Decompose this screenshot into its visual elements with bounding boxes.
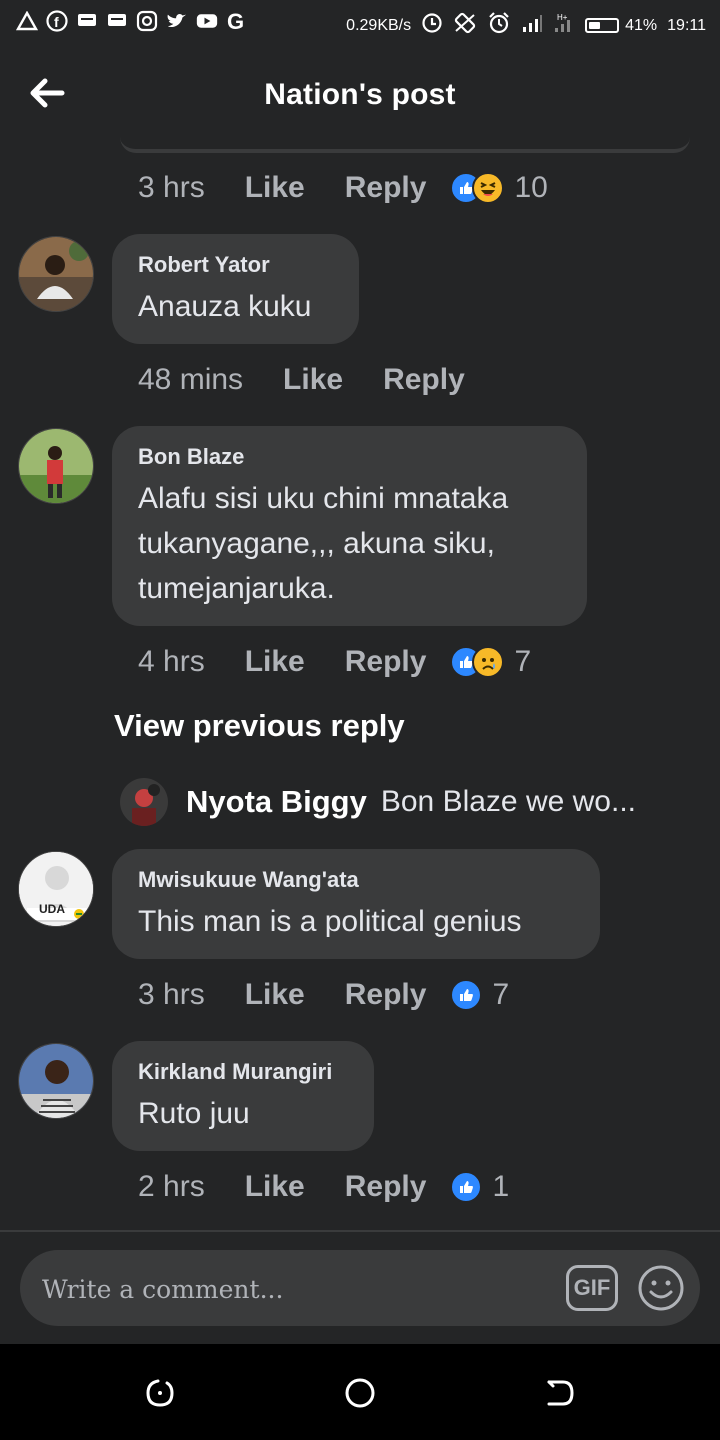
svg-text:G: G xyxy=(227,10,244,32)
comment-author[interactable]: Kirkland Murangiri xyxy=(138,1059,348,1085)
comment-text: Anauza kuku xyxy=(138,290,312,323)
svg-text:f: f xyxy=(54,14,59,30)
message-icon xyxy=(106,10,128,32)
battery-status: 41% xyxy=(585,17,657,35)
reaction-count: 10 xyxy=(514,171,548,204)
comment-composer: GIF xyxy=(20,1250,700,1326)
system-status: 0.29KB/s H+ 41% 19:11 xyxy=(346,11,706,40)
comment-time: 48 mins xyxy=(138,363,244,396)
page-title: Nation's post xyxy=(264,78,456,111)
comment-time: 2 hrs xyxy=(138,1170,205,1203)
reaction-summary[interactable]: 1 xyxy=(450,1170,509,1204)
comment-text: Alafu sisi uku chini mnataka tukanyagane… xyxy=(138,482,509,605)
like-reaction-icon xyxy=(450,1171,483,1203)
comment-time: 4 hrs xyxy=(138,645,205,678)
comment-time: 3 hrs xyxy=(138,978,205,1011)
reaction-summary[interactable]: 7 xyxy=(450,978,509,1012)
avatar[interactable]: UDA xyxy=(18,851,94,927)
recents-button[interactable] xyxy=(143,1376,177,1410)
no-sim-signal-icon: H+ xyxy=(553,12,575,39)
system-nav-bar xyxy=(0,1344,720,1440)
rotate-icon xyxy=(453,11,477,40)
reaction-count: 7 xyxy=(514,645,532,678)
comment-meta: 4 hrs Like Reply 7 xyxy=(138,642,531,682)
view-previous-reply-link[interactable]: View previous reply xyxy=(114,708,405,744)
previous-comment-bubble-edge xyxy=(120,137,690,153)
comment-meta: 48 mins Like Reply xyxy=(138,360,465,400)
like-reaction-icon xyxy=(450,979,483,1011)
sad-reaction-icon xyxy=(472,646,505,678)
reaction-summary[interactable]: 10 xyxy=(450,171,548,205)
app-header: Nation's post xyxy=(0,48,720,144)
alarm-icon xyxy=(487,11,511,40)
reply-text: Bon Blaze we wo... xyxy=(380,785,636,818)
status-bar: f G 0.29KB/s H+ 41% 19:11 xyxy=(0,0,720,48)
comment-text: Ruto juu xyxy=(138,1097,250,1130)
instagram-icon xyxy=(136,10,158,32)
twitter-icon xyxy=(166,10,188,32)
facebook-icon: f xyxy=(46,10,68,32)
svg-text:H+: H+ xyxy=(557,13,568,22)
clock: 19:11 xyxy=(667,16,706,34)
comment-text: This man is a political genius xyxy=(138,905,522,938)
back-nav-button[interactable] xyxy=(543,1376,577,1410)
comment-input[interactable] xyxy=(40,1264,544,1314)
comment-meta: 3 hrs Like Reply 10 xyxy=(138,168,548,208)
like-button[interactable]: Like xyxy=(245,645,305,679)
gif-button[interactable]: GIF xyxy=(566,1265,618,1311)
reply-author[interactable]: Nyota Biggy xyxy=(186,784,367,820)
avatar[interactable] xyxy=(18,428,94,504)
reply-button[interactable]: Reply xyxy=(345,171,427,205)
youtube-icon xyxy=(196,10,218,32)
google-icon: G xyxy=(226,10,248,32)
like-button[interactable]: Like xyxy=(245,978,305,1012)
reply-button[interactable]: Reply xyxy=(345,645,427,679)
notification-icons: f G xyxy=(16,10,248,32)
reply-button[interactable]: Reply xyxy=(345,978,427,1012)
signal-icon xyxy=(521,13,543,38)
back-nav-icon xyxy=(547,1380,574,1406)
reaction-count: 7 xyxy=(492,978,510,1011)
comment-meta: 3 hrs Like Reply 7 xyxy=(138,975,509,1015)
like-button[interactable]: Like xyxy=(283,363,343,397)
home-button[interactable] xyxy=(343,1376,377,1410)
comment-author[interactable]: Bon Blaze xyxy=(138,444,561,470)
haha-reaction-icon xyxy=(472,172,505,204)
recents-icon xyxy=(146,1379,174,1407)
comment-bubble[interactable]: Robert Yator Anauza kuku xyxy=(112,234,359,344)
battery-icon xyxy=(585,18,620,33)
message-icon xyxy=(76,10,98,32)
reply-button[interactable]: Reply xyxy=(345,1170,427,1204)
warning-icon xyxy=(16,10,38,32)
like-button[interactable]: Like xyxy=(245,1170,305,1204)
battery-percent: 41% xyxy=(625,16,658,34)
comment-time: 3 hrs xyxy=(138,171,205,204)
data-saver-icon xyxy=(421,12,443,39)
comment-bubble[interactable]: Mwisukuue Wang'ata This man is a politic… xyxy=(112,849,600,959)
comment-author[interactable]: Mwisukuue Wang'ata xyxy=(138,867,574,893)
home-circle-icon xyxy=(345,1378,375,1408)
reply-button[interactable]: Reply xyxy=(383,363,465,397)
avatar[interactable] xyxy=(18,1043,94,1119)
network-speed: 0.29KB/s xyxy=(346,16,412,34)
avatar[interactable] xyxy=(18,236,94,312)
smiley-icon xyxy=(638,1265,684,1311)
comment-author[interactable]: Robert Yator xyxy=(138,252,333,278)
comment-meta: 2 hrs Like Reply 1 xyxy=(138,1167,509,1207)
emoji-button[interactable] xyxy=(636,1263,686,1313)
comment-bubble[interactable]: Bon Blaze Alafu sisi uku chini mnataka t… xyxy=(112,426,587,626)
comment-bubble[interactable]: Kirkland Murangiri Ruto juu xyxy=(112,1041,374,1151)
reaction-summary[interactable]: 7 xyxy=(450,645,531,679)
reaction-count: 1 xyxy=(492,1170,510,1203)
divider xyxy=(0,1230,720,1232)
like-button[interactable]: Like xyxy=(245,171,305,205)
reply-preview[interactable]: Nyota Biggy Bon Blaze we wo... xyxy=(120,778,636,826)
avatar[interactable] xyxy=(120,778,168,826)
avatar-label: UDA xyxy=(39,902,65,916)
